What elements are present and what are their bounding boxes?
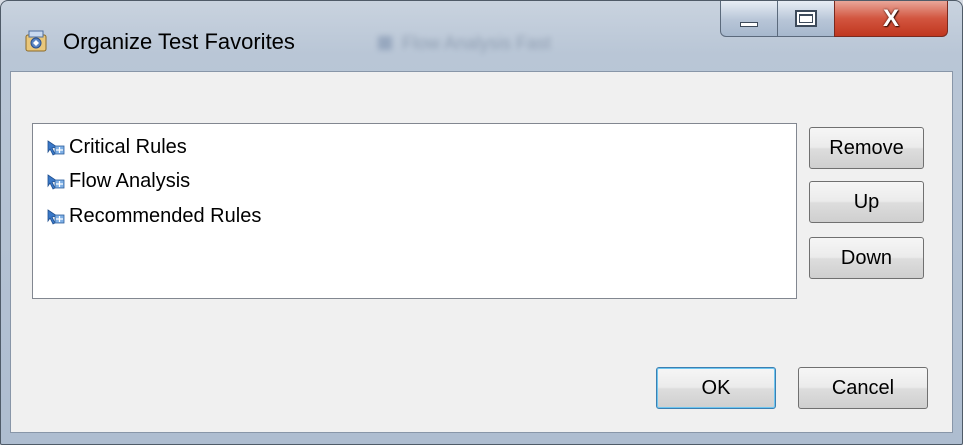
favorites-list[interactable]: Critical Rules Flow Analysis Recommended…: [32, 123, 797, 299]
title-bar[interactable]: Organize Test Favorites Flow Analysis Fa…: [1, 1, 962, 71]
dialog-window: Organize Test Favorites Flow Analysis Fa…: [0, 0, 963, 445]
minimize-icon: [740, 22, 758, 27]
test-config-icon: [47, 140, 65, 156]
test-config-icon: [47, 209, 65, 225]
list-item-label: Critical Rules: [69, 135, 187, 158]
app-icon: [23, 27, 49, 53]
list-item[interactable]: Critical Rules: [46, 134, 187, 160]
list-item[interactable]: Recommended Rules: [46, 203, 261, 229]
list-item-label: Flow Analysis: [69, 169, 191, 192]
window-title: Organize Test Favorites: [63, 29, 295, 54]
maximize-button[interactable]: [777, 1, 835, 37]
list-item[interactable]: Flow Analysis: [46, 168, 190, 194]
cancel-button[interactable]: Cancel: [798, 367, 928, 409]
maximize-icon: [795, 10, 817, 27]
remove-button[interactable]: Remove: [809, 127, 924, 169]
ok-button[interactable]: OK: [656, 367, 776, 409]
dialog-content: Critical Rules Flow Analysis Recommended…: [10, 71, 953, 433]
up-button[interactable]: Up: [809, 181, 924, 223]
list-item-label: Recommended Rules: [69, 204, 262, 227]
test-config-icon: [47, 174, 65, 190]
close-button[interactable]: X: [834, 1, 948, 37]
down-button[interactable]: Down: [809, 237, 924, 279]
minimize-button[interactable]: [720, 1, 778, 37]
background-window-title: Flow Analysis Fast: [378, 33, 608, 53]
close-icon: X: [882, 4, 899, 32]
